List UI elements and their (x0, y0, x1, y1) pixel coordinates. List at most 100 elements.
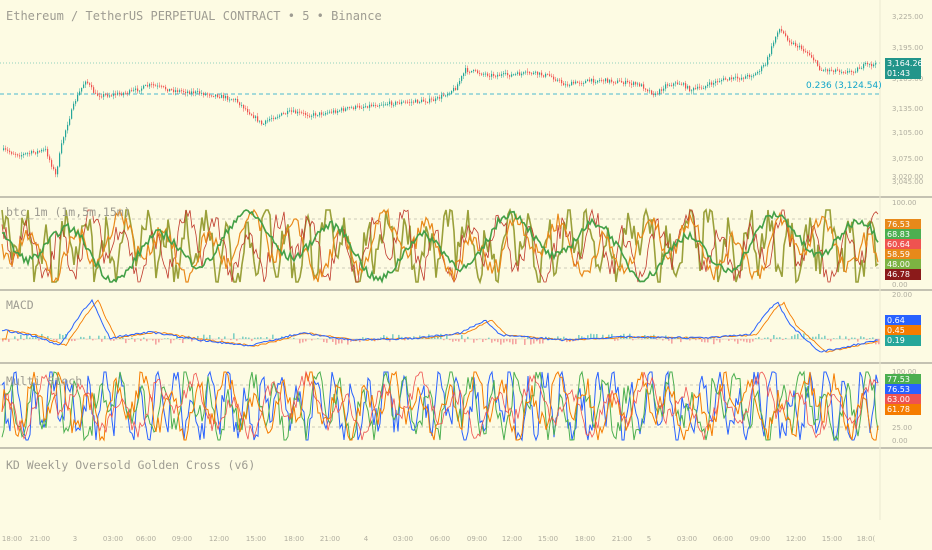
candle-body (595, 82, 597, 84)
macd-indicator-label[interactable]: MACD (6, 298, 34, 312)
macd-histogram-bar (701, 339, 703, 342)
candle-body (841, 71, 843, 73)
candle-body (155, 85, 157, 87)
candle-body (379, 105, 381, 107)
candle-body (167, 89, 169, 92)
kd-indicator-label[interactable]: KD Weekly Oversold Golden Cross (v6) (6, 458, 255, 472)
candle-body (833, 70, 835, 72)
macd-histogram-bar (59, 333, 61, 339)
macd-histogram-bar (146, 339, 148, 342)
candle-body (681, 83, 683, 85)
macd-histogram-bar (482, 339, 484, 343)
candle-body (673, 83, 675, 86)
candle-body (367, 106, 369, 108)
candle-body (429, 98, 431, 103)
candle-body (643, 84, 645, 89)
candle-body (613, 81, 615, 83)
macd-histogram-bar (530, 339, 532, 345)
stoch-axis-tick: 25.00 (892, 424, 912, 432)
candle-body (41, 149, 43, 152)
candle-body (39, 150, 41, 152)
candle-body (11, 152, 13, 154)
time-axis-label: 18:00 (284, 535, 304, 543)
time-axis-label: 03:00 (677, 535, 697, 543)
candle-body (219, 97, 221, 98)
candle-body (863, 64, 865, 69)
candle-body (667, 84, 669, 86)
candle-body (235, 99, 237, 100)
macd-histogram-bar (170, 339, 172, 344)
candle-body (819, 65, 821, 70)
candle-body (153, 84, 155, 86)
candle-body (169, 89, 171, 92)
candle-body (527, 71, 529, 73)
candle-body (185, 91, 187, 94)
candle-body (273, 118, 275, 119)
macd-histogram-bar (773, 335, 775, 339)
trading-chart[interactable]: 3,225.00 3,195.00 3,165.00 3,135.00 3,105.00… (0, 0, 932, 550)
candle-body (529, 72, 531, 74)
candle-body (583, 83, 585, 84)
macd-histogram-bar (17, 339, 19, 341)
candle-body (743, 77, 745, 79)
candle-body (607, 78, 609, 83)
macd-histogram-bar (509, 339, 511, 343)
candle-body (831, 69, 833, 71)
macd-histogram-bar (29, 337, 31, 339)
stoch-badge-4: 61.78 (885, 404, 921, 415)
candle-body (187, 91, 189, 94)
candle-body (249, 112, 251, 115)
candle-body (439, 97, 441, 99)
countdown-badge: 01:43 (885, 68, 921, 79)
macd-histogram-bar (158, 339, 160, 343)
time-axis-label: 15:00 (246, 535, 266, 543)
macd-histogram-bar (122, 337, 124, 339)
macd-histogram-bar (62, 335, 64, 339)
candle-body (597, 80, 599, 83)
candle-body (301, 112, 303, 114)
time-axis-label: 21:00 (612, 535, 632, 543)
candle-body (391, 101, 393, 106)
candle-body (389, 101, 391, 105)
candle-body (665, 84, 667, 89)
candle-body (559, 79, 561, 81)
candle-body (319, 112, 321, 116)
macd-histogram-bar (716, 339, 718, 341)
macd-histogram-bar (779, 337, 781, 339)
candle-body (237, 99, 239, 103)
candle-body (293, 110, 295, 112)
candle-body (337, 111, 339, 113)
candle-body (645, 88, 647, 90)
candle-body (199, 91, 201, 94)
multi-stoch-label[interactable]: Multi Stoch (6, 374, 82, 388)
candle-body (479, 73, 481, 74)
macd-histogram-bar (14, 336, 16, 339)
candle-body (769, 54, 771, 58)
candle-body (441, 95, 443, 99)
candle-body (577, 81, 579, 83)
candle-body (291, 110, 293, 112)
macd-histogram-bar (695, 339, 697, 341)
candle-body (843, 71, 845, 73)
candle-body (697, 86, 699, 89)
candle-body (845, 72, 847, 74)
macd-histogram-bar (182, 339, 184, 344)
macd-histogram-bar (206, 337, 208, 339)
candle-body (181, 90, 183, 92)
candle-body (689, 86, 691, 92)
candle-body (277, 116, 279, 118)
macd-badge-3: 0.19 (885, 335, 921, 346)
candle-body (471, 71, 473, 73)
btc-indicator-label[interactable]: btc_1m (1m,5m,15m) (6, 205, 131, 219)
candle-body (191, 91, 193, 94)
btc-badge-6: 46.78 (885, 269, 921, 280)
candle-body (447, 93, 449, 96)
candle-body (557, 79, 559, 81)
candle-body (105, 93, 107, 95)
candle-body (627, 80, 629, 83)
candle-body (575, 81, 577, 84)
candle-body (571, 81, 573, 86)
candle-body (773, 42, 775, 47)
candle-body (233, 99, 235, 101)
candle-body (399, 102, 401, 104)
